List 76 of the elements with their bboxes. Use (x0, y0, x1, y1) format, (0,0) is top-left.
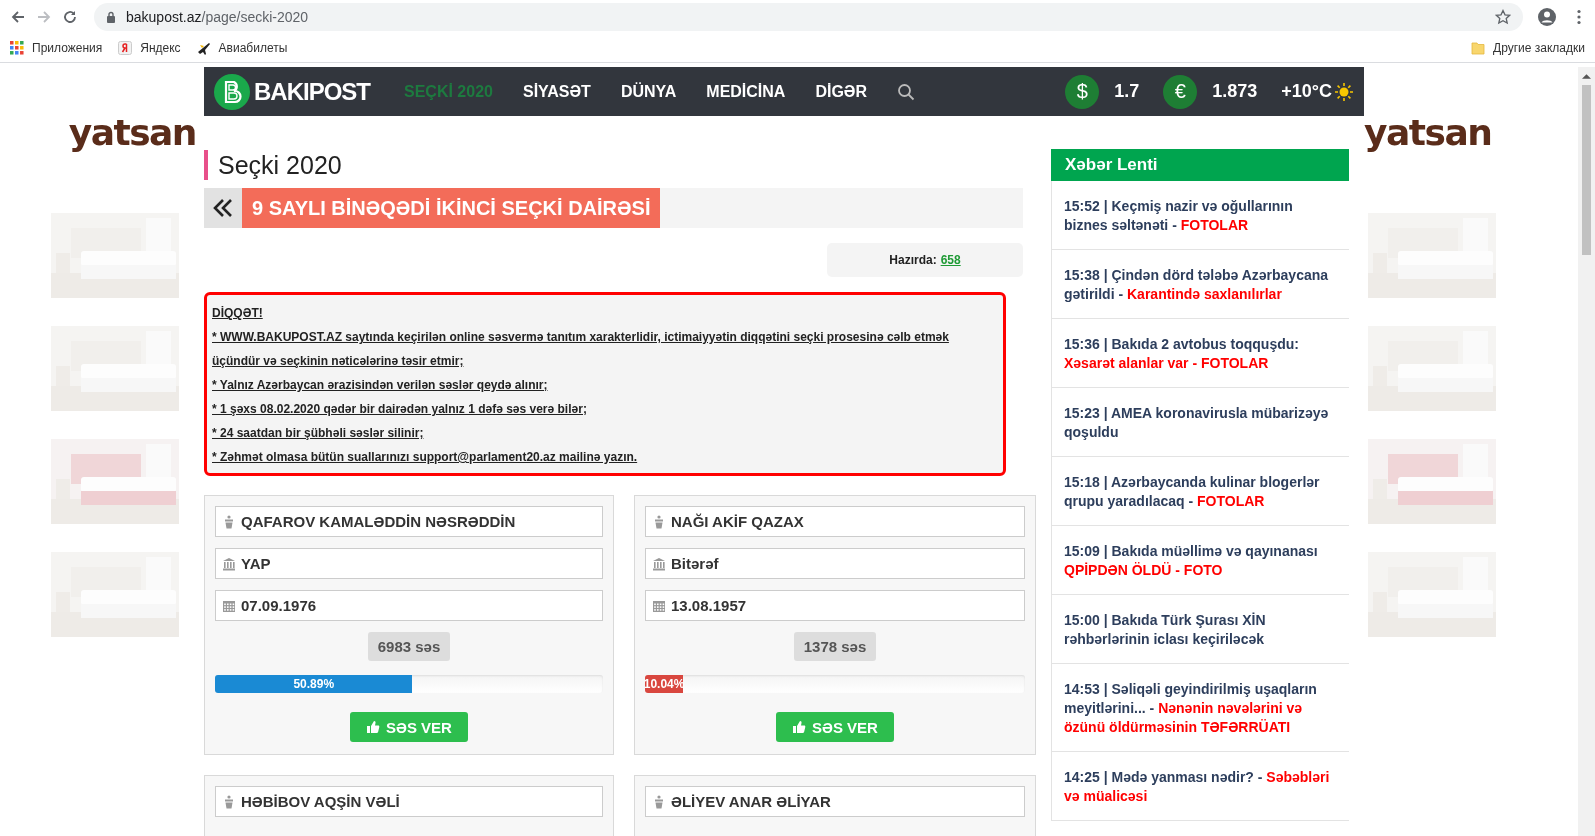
nav-link[interactable]: DİGƏR (815, 82, 868, 101)
notice-text: * WWW.BAKUPOST.AZ saytında keçirilən online səsvermə tanıtım xarakterlidir, ictimaiyyətin diqqətini seçki prosesinə cəlb etmək üçündür və seçkinin nəticələrinə təsir etmir; (212, 329, 950, 370)
menu-icon[interactable] (1577, 9, 1581, 25)
percent-label: 50.89% (293, 677, 335, 691)
bookmark[interactable]: Яндекс (118, 41, 181, 55)
podium-icon (652, 794, 666, 809)
plane-icon (196, 41, 211, 55)
podium-icon (222, 794, 236, 809)
news-link[interactable]: 15:23 | AMEA koronavirusla mübarizəyə qoşuldu (1052, 388, 1349, 457)
news-link[interactable]: 15:00 | Bakıda Türk Şurası XİN rəhbərlərinin iclası keçiriləcək (1052, 595, 1349, 664)
section-title: Seçki 2020 (204, 150, 1041, 180)
candidate-field: 07.09.1976 (215, 590, 603, 621)
news-link[interactable]: 15:38 | Çindən dörd tələbə Azərbaycana gətirildi - Karantində saxlanılırlar (1052, 250, 1349, 319)
candidate-field: HƏBİBOV AQŞİN VƏLİ (215, 786, 603, 817)
vote-count: 1378 səs (793, 632, 877, 661)
address-bar[interactable]: bakupost.az/page/secki-2020 (94, 3, 1523, 31)
forward-icon[interactable] (36, 9, 52, 25)
news-link[interactable]: 14:53 | Səliqəli geyindirilmiş uşaqların meyitlərini... - Nənənin nəvələrini və özünü öldürməsinin TƏFƏRRÜATI (1052, 664, 1349, 752)
podium-icon (222, 514, 236, 529)
bookmark[interactable]: Другие закладки (1471, 41, 1585, 55)
star-icon[interactable] (1495, 9, 1511, 25)
building-icon (652, 556, 666, 571)
calendar-icon (652, 598, 666, 613)
thumbs-up-icon (792, 720, 807, 734)
nav-link[interactable]: SİYASƏT (522, 82, 591, 101)
logo-icon (214, 73, 250, 110)
news-link[interactable]: 15:52 | Keçmiş nazir və oğullarının biznes səltənəti - FOTOLAR (1052, 181, 1349, 250)
exchange-rate: 1.873 (1212, 81, 1258, 102)
yandex-icon (118, 41, 133, 55)
profile-icon[interactable] (1537, 7, 1557, 27)
bookmark[interactable]: Авиабилеты (196, 41, 288, 55)
notice-text: * 1 şəxs 08.02.2020 qədər bir dairədən yalnız 1 dəfə səs verə bilər; (212, 401, 588, 418)
scroll-thumb[interactable] (1582, 85, 1591, 255)
nav-link[interactable]: MEDİCİNA (706, 82, 786, 101)
double-chevron-icon (212, 198, 234, 218)
folder-icon (1471, 41, 1486, 55)
candidate-field: QAFAROV KAMALƏDDİN NƏSRƏDDİN (215, 506, 603, 537)
currency-icon: $ (1065, 74, 1100, 109)
news-link[interactable]: 14:25 | Mədə yanması nədir? - Səbəbləri və müalicəsi (1052, 752, 1349, 821)
brand-logo[interactable]: yatsan (1364, 113, 1492, 153)
temperature: +10°C (1281, 81, 1332, 102)
notice-title: DİQQƏT! (212, 305, 264, 322)
sun-icon (1334, 81, 1354, 102)
notice-text: * Zəhmət olmasa bütün suallarınızı support@parlament20.az mailinə yazın. (212, 449, 639, 466)
apps-grid-icon (10, 41, 24, 55)
brand-logo[interactable]: yatsan (68, 113, 196, 153)
calendar-icon (222, 598, 236, 613)
news-link[interactable]: 15:18 | Azərbaycanda kulinar blogerlər qrupu yaradılacaq - FOTOLAR (1052, 457, 1349, 526)
podium-icon (652, 514, 666, 529)
scroll-up-icon[interactable] (1582, 73, 1591, 79)
notice-text: * Yalnız Azərbaycan ərazisindən verilən səslər qeydə alınır; (212, 377, 549, 394)
online-label: Hazırda: (889, 253, 937, 267)
candidate-field: ƏLİYEV ANAR ƏLİYAR (645, 786, 1025, 817)
news-link[interactable]: 15:09 | Bakıda müəllimə və qayınanası QPİPDƏN ÖLDÜ - FOTO (1052, 526, 1349, 595)
candidate-field: NAĞI AKİF QAZAX (645, 506, 1025, 537)
news-link[interactable]: 15:36 | Bakıda 2 avtobus toqquşdu: Xəsarət alanlar var - FOTOLAR (1052, 319, 1349, 388)
candidate-field: 13.08.1957 (645, 590, 1025, 621)
exchange-rate: 1.7 (1114, 81, 1140, 102)
vote-count: 6983 səs (367, 632, 451, 661)
candidate-field: YAP (215, 548, 603, 579)
lock-icon (106, 11, 116, 23)
bookmark[interactable]: Приложения (10, 41, 103, 55)
scrollbar[interactable] (1578, 67, 1595, 836)
thumbs-up-icon (366, 720, 381, 734)
back-icon[interactable] (10, 9, 26, 25)
candidate-field: Bitərəf (645, 548, 1025, 579)
district-heading: 9 SAYLI BİNƏQƏDİ İKİNCİ SEÇKİ DAİRƏSİ (242, 188, 661, 228)
nav-link[interactable]: DÜNYA (620, 82, 677, 101)
building-icon (222, 556, 236, 571)
site-logo[interactable]: BAKIPOST (214, 73, 370, 110)
news-feed-header: Xəbər Lenti (1051, 149, 1349, 181)
back-button[interactable] (204, 188, 242, 228)
notice-text: * 24 saatdan bir şübhəli səslər silinir; (212, 425, 425, 442)
currency-icon: € (1163, 74, 1198, 109)
reload-icon[interactable] (62, 9, 78, 25)
search-icon[interactable] (897, 82, 916, 101)
